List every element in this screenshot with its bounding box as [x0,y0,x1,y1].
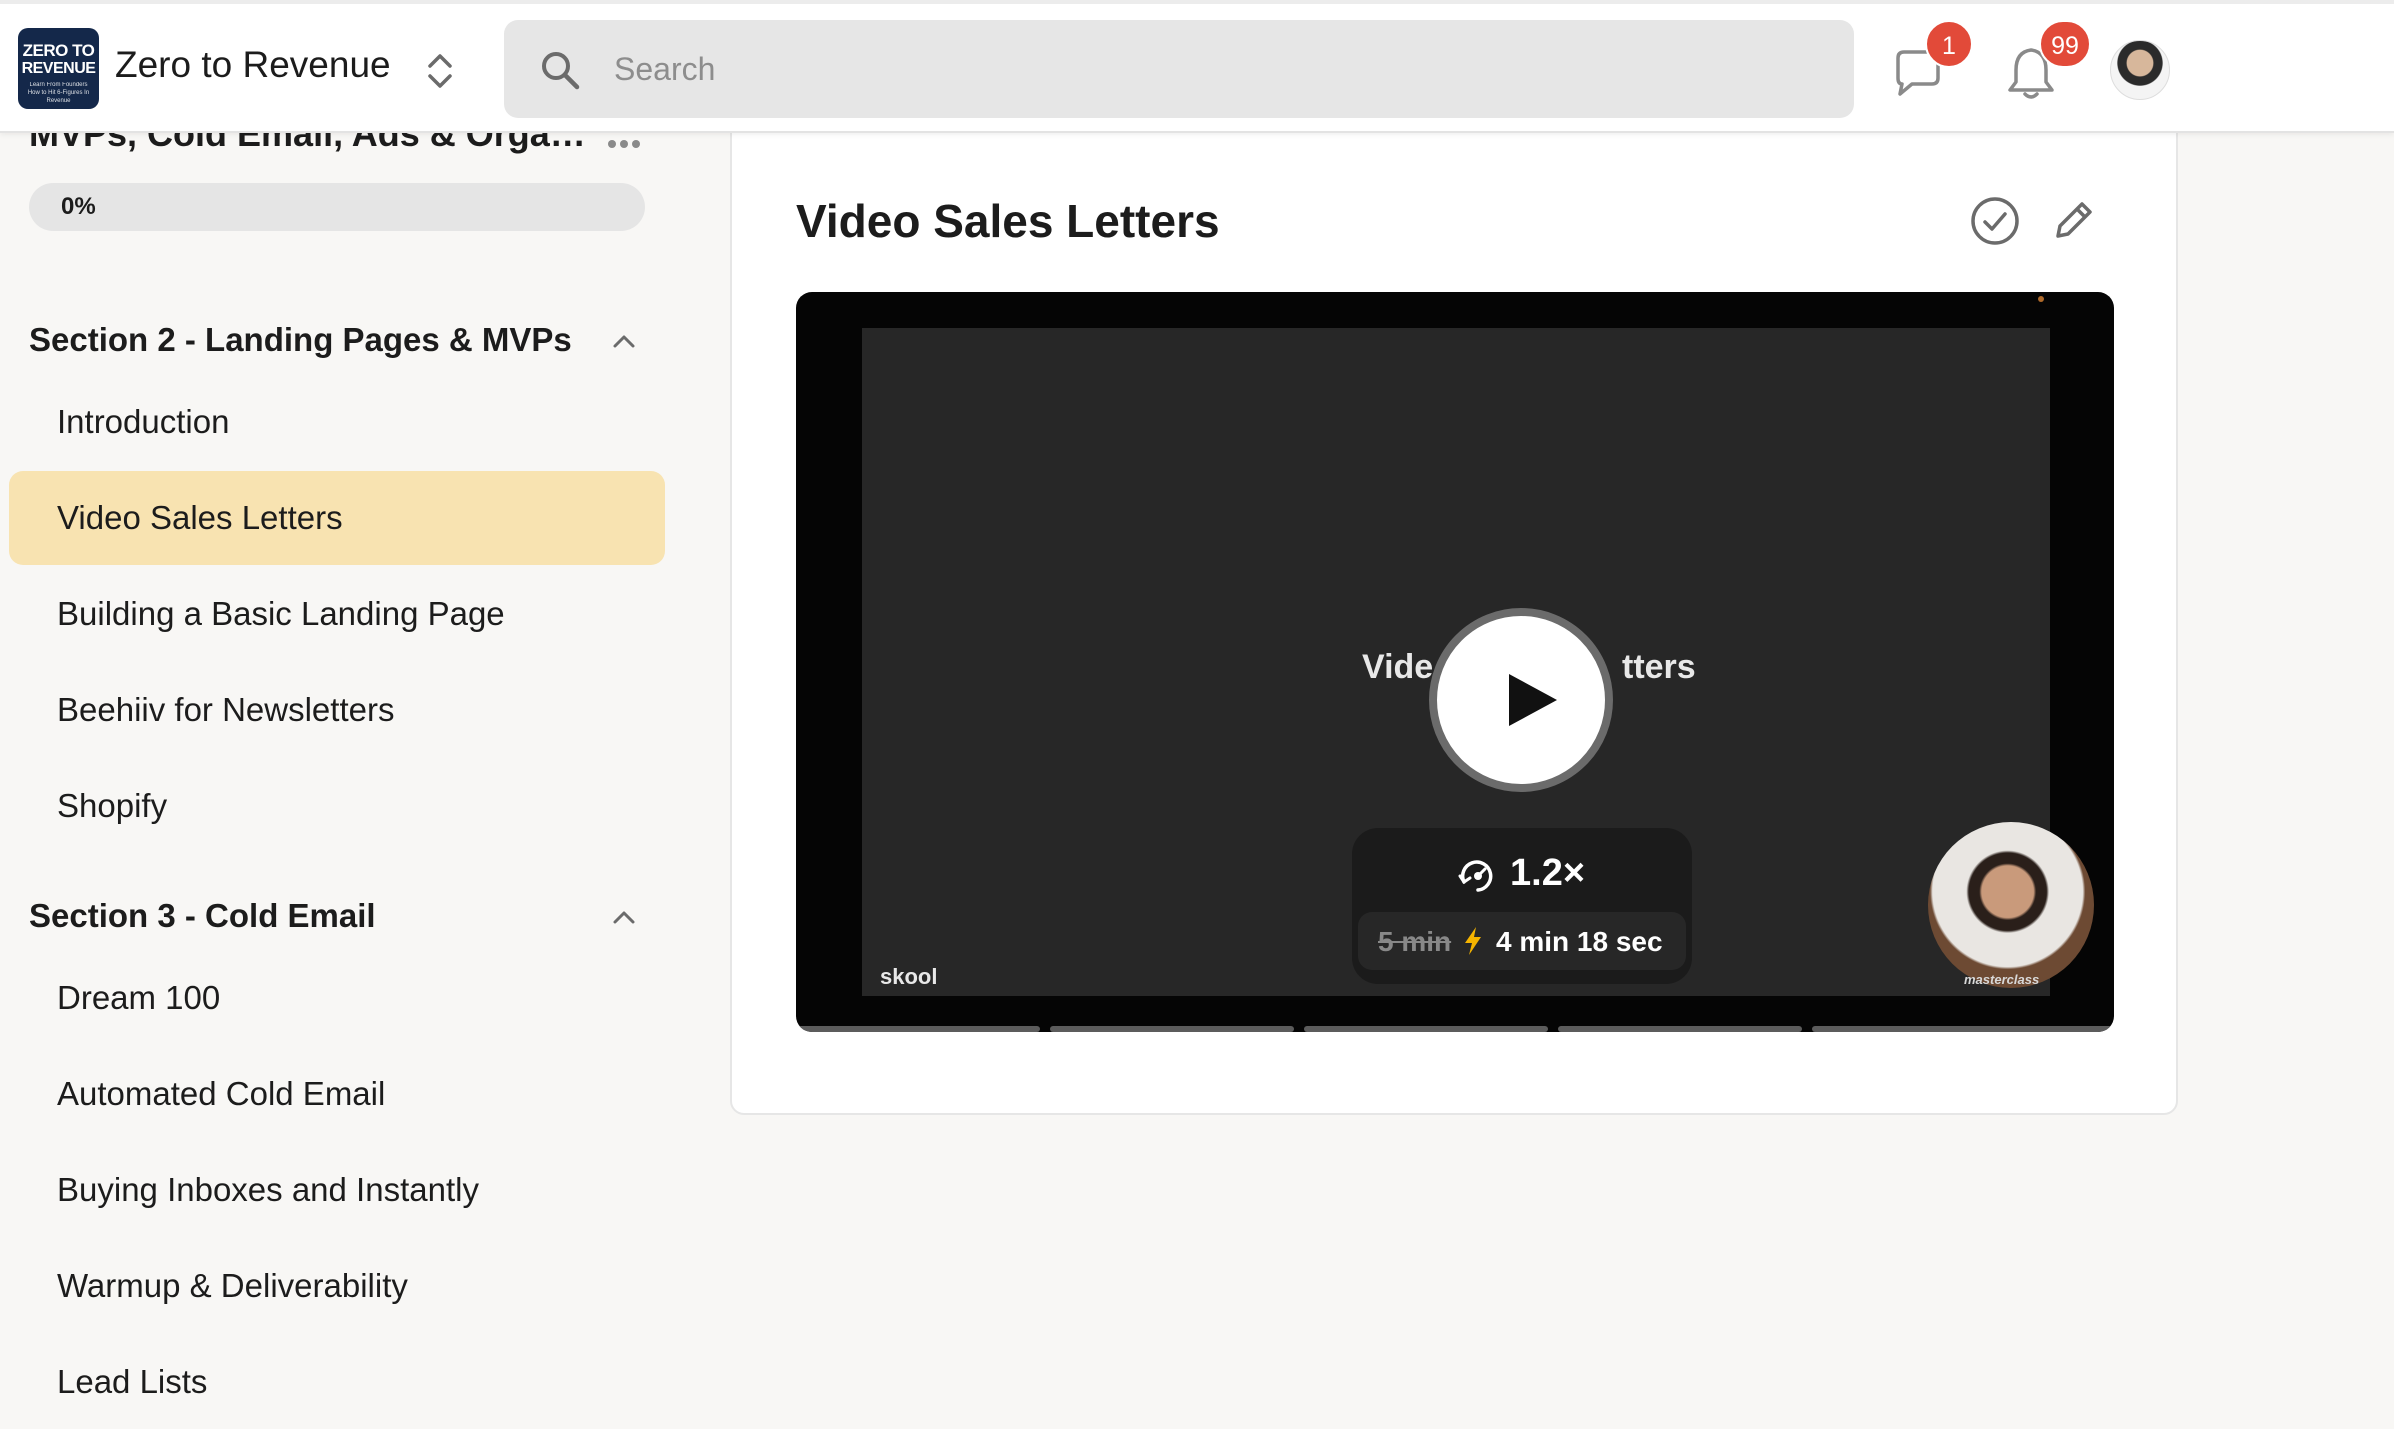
more-icon[interactable] [606,137,642,151]
new-duration: 4 min 18 sec [1496,926,1663,957]
lesson-buying-inboxes[interactable]: Buying Inboxes and Instantly [9,1143,665,1237]
group-name[interactable]: Zero to Revenue [115,44,391,86]
check-circle-icon[interactable] [1968,194,2022,248]
original-duration: 5 min [1378,926,1452,957]
speed-value: 1.2× [1510,852,1586,894]
lesson-label: Video Sales Letters [57,499,343,536]
watermark-skool: skool [880,964,938,989]
search-input[interactable] [614,40,1814,98]
logo-line-2: REVENUE [21,60,96,77]
play-icon [1509,674,1557,726]
watermark-masterclass: masterclass [1964,972,2040,987]
play-button[interactable] [1429,608,1613,792]
lesson-video-sales-letters[interactable]: Video Sales Letters [9,471,665,565]
search-bar[interactable] [504,20,1854,118]
slide-title-right: tters [1622,648,1696,686]
chapter-segment[interactable] [796,1026,1040,1032]
video-dot [2038,296,2044,302]
chapter-segment[interactable] [1558,1026,1802,1032]
section-title: Section 3 - Cold Email [29,897,376,934]
chevron-up-icon [613,335,635,348]
lesson-warmup-deliverability[interactable]: Warmup & Deliverability [9,1239,665,1333]
video-frame: Vide tters 1.2× 5 min 4 min 18 sec [862,328,2094,996]
group-logo[interactable]: ZERO TO REVENUE Learn From Founders How … [18,28,99,109]
chapter-segment[interactable] [1812,1026,2114,1032]
progress-label: 0% [61,193,96,220]
section-title: Section 2 - Landing Pages & MVPs [29,321,572,358]
bolt-icon [1465,927,1481,955]
lesson-label: Dream 100 [57,979,221,1016]
lesson-introduction[interactable]: Introduction [9,375,665,469]
lesson-automated-cold-email[interactable]: Automated Cold Email [9,1047,665,1141]
lesson-shopify[interactable]: Shopify [9,759,665,853]
lesson-beehiiv[interactable]: Beehiiv for Newsletters [9,663,665,757]
chevron-up-icon [613,911,635,924]
lesson-label: Building a Basic Landing Page [57,595,505,632]
lesson-building-landing-page[interactable]: Building a Basic Landing Page [9,567,665,661]
lesson-label: Warmup & Deliverability [57,1267,408,1304]
duration-row: 5 min 4 min 18 sec [1358,912,1686,970]
user-avatar[interactable] [2110,40,2170,100]
lesson-content-card: Video Sales Letters Vide tters 1.2× 5 mi… [730,100,2178,1115]
lesson-label: Beehiiv for Newsletters [57,691,395,728]
course-progress-bar: 0% [29,183,645,231]
course-sidebar: MVPs, Cold Email, Ads & Organi... 0% Sec… [0,113,680,1404]
lesson-lead-lists[interactable]: Lead Lists [9,1335,665,1429]
chapter-segment[interactable] [1304,1026,1548,1032]
top-bar: ZERO TO REVENUE Learn From Founders How … [0,0,2394,133]
presenter-webcam [1928,822,2094,988]
section-header-3[interactable]: Section 3 - Cold Email [0,881,660,951]
slide-title-left: Vide [1362,648,1434,686]
switch-group-icon[interactable] [420,48,460,94]
chapter-segment[interactable] [1050,1026,1294,1032]
lesson-label: Introduction [57,403,230,440]
section-header-2[interactable]: Section 2 - Landing Pages & MVPs [0,305,660,375]
lesson-label: Automated Cold Email [57,1075,386,1112]
lesson-title: Video Sales Letters [796,195,1220,247]
notification-badge: 99 [2039,20,2091,68]
lesson-dream-100[interactable]: Dream 100 [9,951,665,1045]
video-player[interactable]: Vide tters 1.2× 5 min 4 min 18 sec skool… [796,292,2114,1032]
pencil-icon[interactable] [2050,196,2098,244]
logo-line-1: ZERO TO [22,41,95,60]
logo-line-3: Learn From Founders How to Hit 6-Figures… [27,82,90,104]
speed-icon [1458,860,1493,892]
lesson-label: Buying Inboxes and Instantly [57,1171,479,1208]
lesson-label: Lead Lists [57,1363,208,1400]
speed-card[interactable]: 1.2× 5 min 4 min 18 sec [1352,828,1692,984]
search-icon [542,52,580,90]
chat-badge: 1 [1925,20,1973,68]
lesson-label: Shopify [57,787,168,824]
chapter-progress[interactable] [796,1026,2114,1032]
